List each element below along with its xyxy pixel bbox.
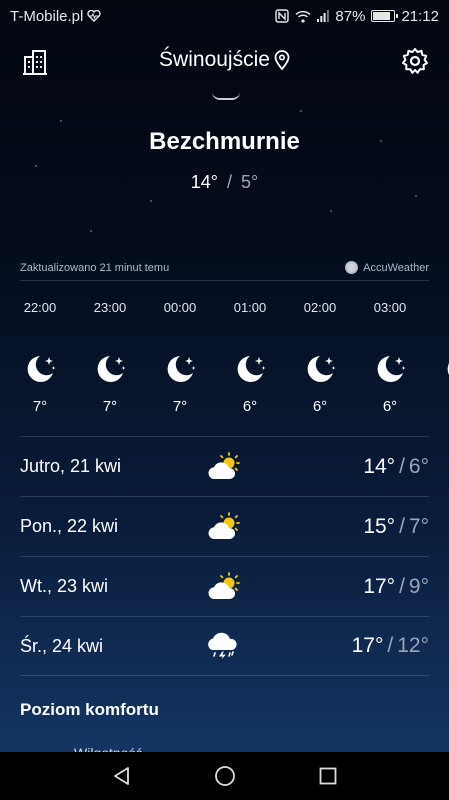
moon-stars-icon <box>303 352 337 386</box>
hour-temperature: 6° <box>312 398 328 415</box>
temp-separator: / <box>399 574 405 598</box>
moon-stars-icon <box>23 352 57 386</box>
battery-percent: 87% <box>335 7 366 25</box>
city-name: Świnoujście <box>159 48 270 71</box>
current-high: 14° <box>190 172 218 192</box>
temp-separator: / <box>399 514 405 538</box>
navigation-bar <box>0 752 449 800</box>
home-circle-icon <box>214 766 235 786</box>
update-info: Zaktualizowano 21 minut temu AccuWeather <box>20 261 429 281</box>
moon-stars-icon <box>163 352 197 386</box>
wifi-icon <box>295 10 311 23</box>
hourly-item: 23:00 7° <box>80 300 140 415</box>
day-label: Śr., 24 kwi <box>20 635 104 656</box>
partly-cloudy-icon <box>206 451 242 483</box>
hour-temperature: 6° <box>382 398 398 415</box>
provider-link[interactable]: AccuWeather <box>345 261 429 274</box>
signal-icon <box>317 10 330 22</box>
hourly-item: 02:00 6° <box>290 300 350 415</box>
hour-time: 01:00 <box>233 300 267 315</box>
day-temperature-range: 14°/6° <box>363 455 429 479</box>
day-low: 7° <box>408 514 429 538</box>
accuweather-logo-icon <box>345 261 359 274</box>
gear-icon[interactable] <box>401 47 429 75</box>
thunderstorm-icon <box>206 631 242 663</box>
day-label: Wt., 23 kwi <box>20 576 109 596</box>
heart-pulse-icon <box>87 10 102 22</box>
home-button[interactable] <box>211 762 239 790</box>
current-low: 5° <box>241 172 259 192</box>
hour-time: 02:00 <box>303 300 337 315</box>
recents-square-icon <box>319 767 336 785</box>
temp-separator: / <box>387 634 394 657</box>
day-label: Pon., 22 kwi <box>20 516 119 536</box>
day-low: 12° <box>397 634 429 657</box>
current-temperature-range: 14° / 5° <box>0 172 449 193</box>
hourly-item: 03:00 6° <box>360 300 420 415</box>
day-low: 6° <box>408 454 429 478</box>
hourly-item: 0 <box>430 300 449 398</box>
hour-time: 00:00 <box>163 300 197 315</box>
nfc-icon <box>275 9 290 23</box>
partly-cloudy-icon <box>206 571 242 603</box>
day-temperature-range: 17°/9° <box>363 575 429 599</box>
updated-text: Zaktualizowano 21 minut temu <box>20 261 170 274</box>
hour-time: 23:00 <box>93 300 127 315</box>
day-high: 17° <box>363 574 396 598</box>
hourly-item: 01:00 6° <box>220 300 280 415</box>
comfort-section-title: Poziom komfortu <box>20 700 159 719</box>
hour-temperature: 7° <box>172 398 188 415</box>
partly-cloudy-icon <box>206 511 242 543</box>
carrier-name: T-Mobile.pl <box>10 7 84 25</box>
provider-name: AccuWeather <box>363 261 429 274</box>
daily-row[interactable]: Wt., 23 kwi 17°/9° <box>20 556 429 616</box>
moon-stars-icon <box>373 352 407 386</box>
hour-temperature: 7° <box>102 398 118 415</box>
clock: 21:12 <box>401 7 439 25</box>
hour-temperature: 7° <box>32 398 48 415</box>
moon-stars-icon <box>93 352 127 386</box>
hourly-item: 22:00 7° <box>10 300 70 415</box>
temp-separator: / <box>399 454 405 478</box>
day-high: 15° <box>363 514 396 538</box>
city-selector[interactable]: Świnoujście <box>0 48 449 72</box>
day-low: 9° <box>408 574 429 598</box>
temp-separator: / <box>227 172 233 192</box>
hour-time: 22:00 <box>23 300 57 315</box>
status-bar: T-Mobile.pl 87% 21:12 <box>0 0 449 32</box>
top-bar: Świnoujście <box>0 42 449 82</box>
current-condition: Bezchmurnie <box>149 128 300 155</box>
hourly-forecast[interactable]: 22:00 7° 23:00 7° 00:00 7° 01:00 6° 02:00 6° 03:00… <box>0 300 449 430</box>
battery-icon <box>371 10 399 22</box>
day-temperature-range: 15°/7° <box>363 515 429 539</box>
day-high: 17° <box>351 634 384 657</box>
daily-forecast: Jutro, 21 kwi 14°/6° Pon., 22 kwi 15°/7° Wt.… <box>20 436 429 676</box>
daily-row[interactable]: Jutro, 21 kwi 14°/6° <box>20 436 429 496</box>
day-label: Jutro, 21 kwi <box>20 456 122 476</box>
recents-button[interactable] <box>314 762 342 790</box>
hourly-item: 00:00 7° <box>150 300 210 415</box>
moon-stars-icon <box>233 352 267 386</box>
daily-row[interactable]: Śr., 24 kwi 17°/12° <box>20 616 429 676</box>
carrier: T-Mobile.pl <box>10 7 102 25</box>
back-button[interactable] <box>108 762 136 790</box>
day-temperature-range: 17°/12° <box>352 634 429 658</box>
day-high: 14° <box>363 454 396 478</box>
hour-time: 0 <box>430 300 449 318</box>
location-pin-icon <box>274 50 290 70</box>
moon-stars-icon <box>443 352 449 386</box>
moon-decoration <box>212 92 240 100</box>
back-triangle-icon <box>113 767 129 785</box>
daily-row[interactable]: Pon., 22 kwi 15°/7° <box>20 496 429 556</box>
hour-temperature: 6° <box>242 398 258 415</box>
hour-time: 03:00 <box>373 300 407 315</box>
